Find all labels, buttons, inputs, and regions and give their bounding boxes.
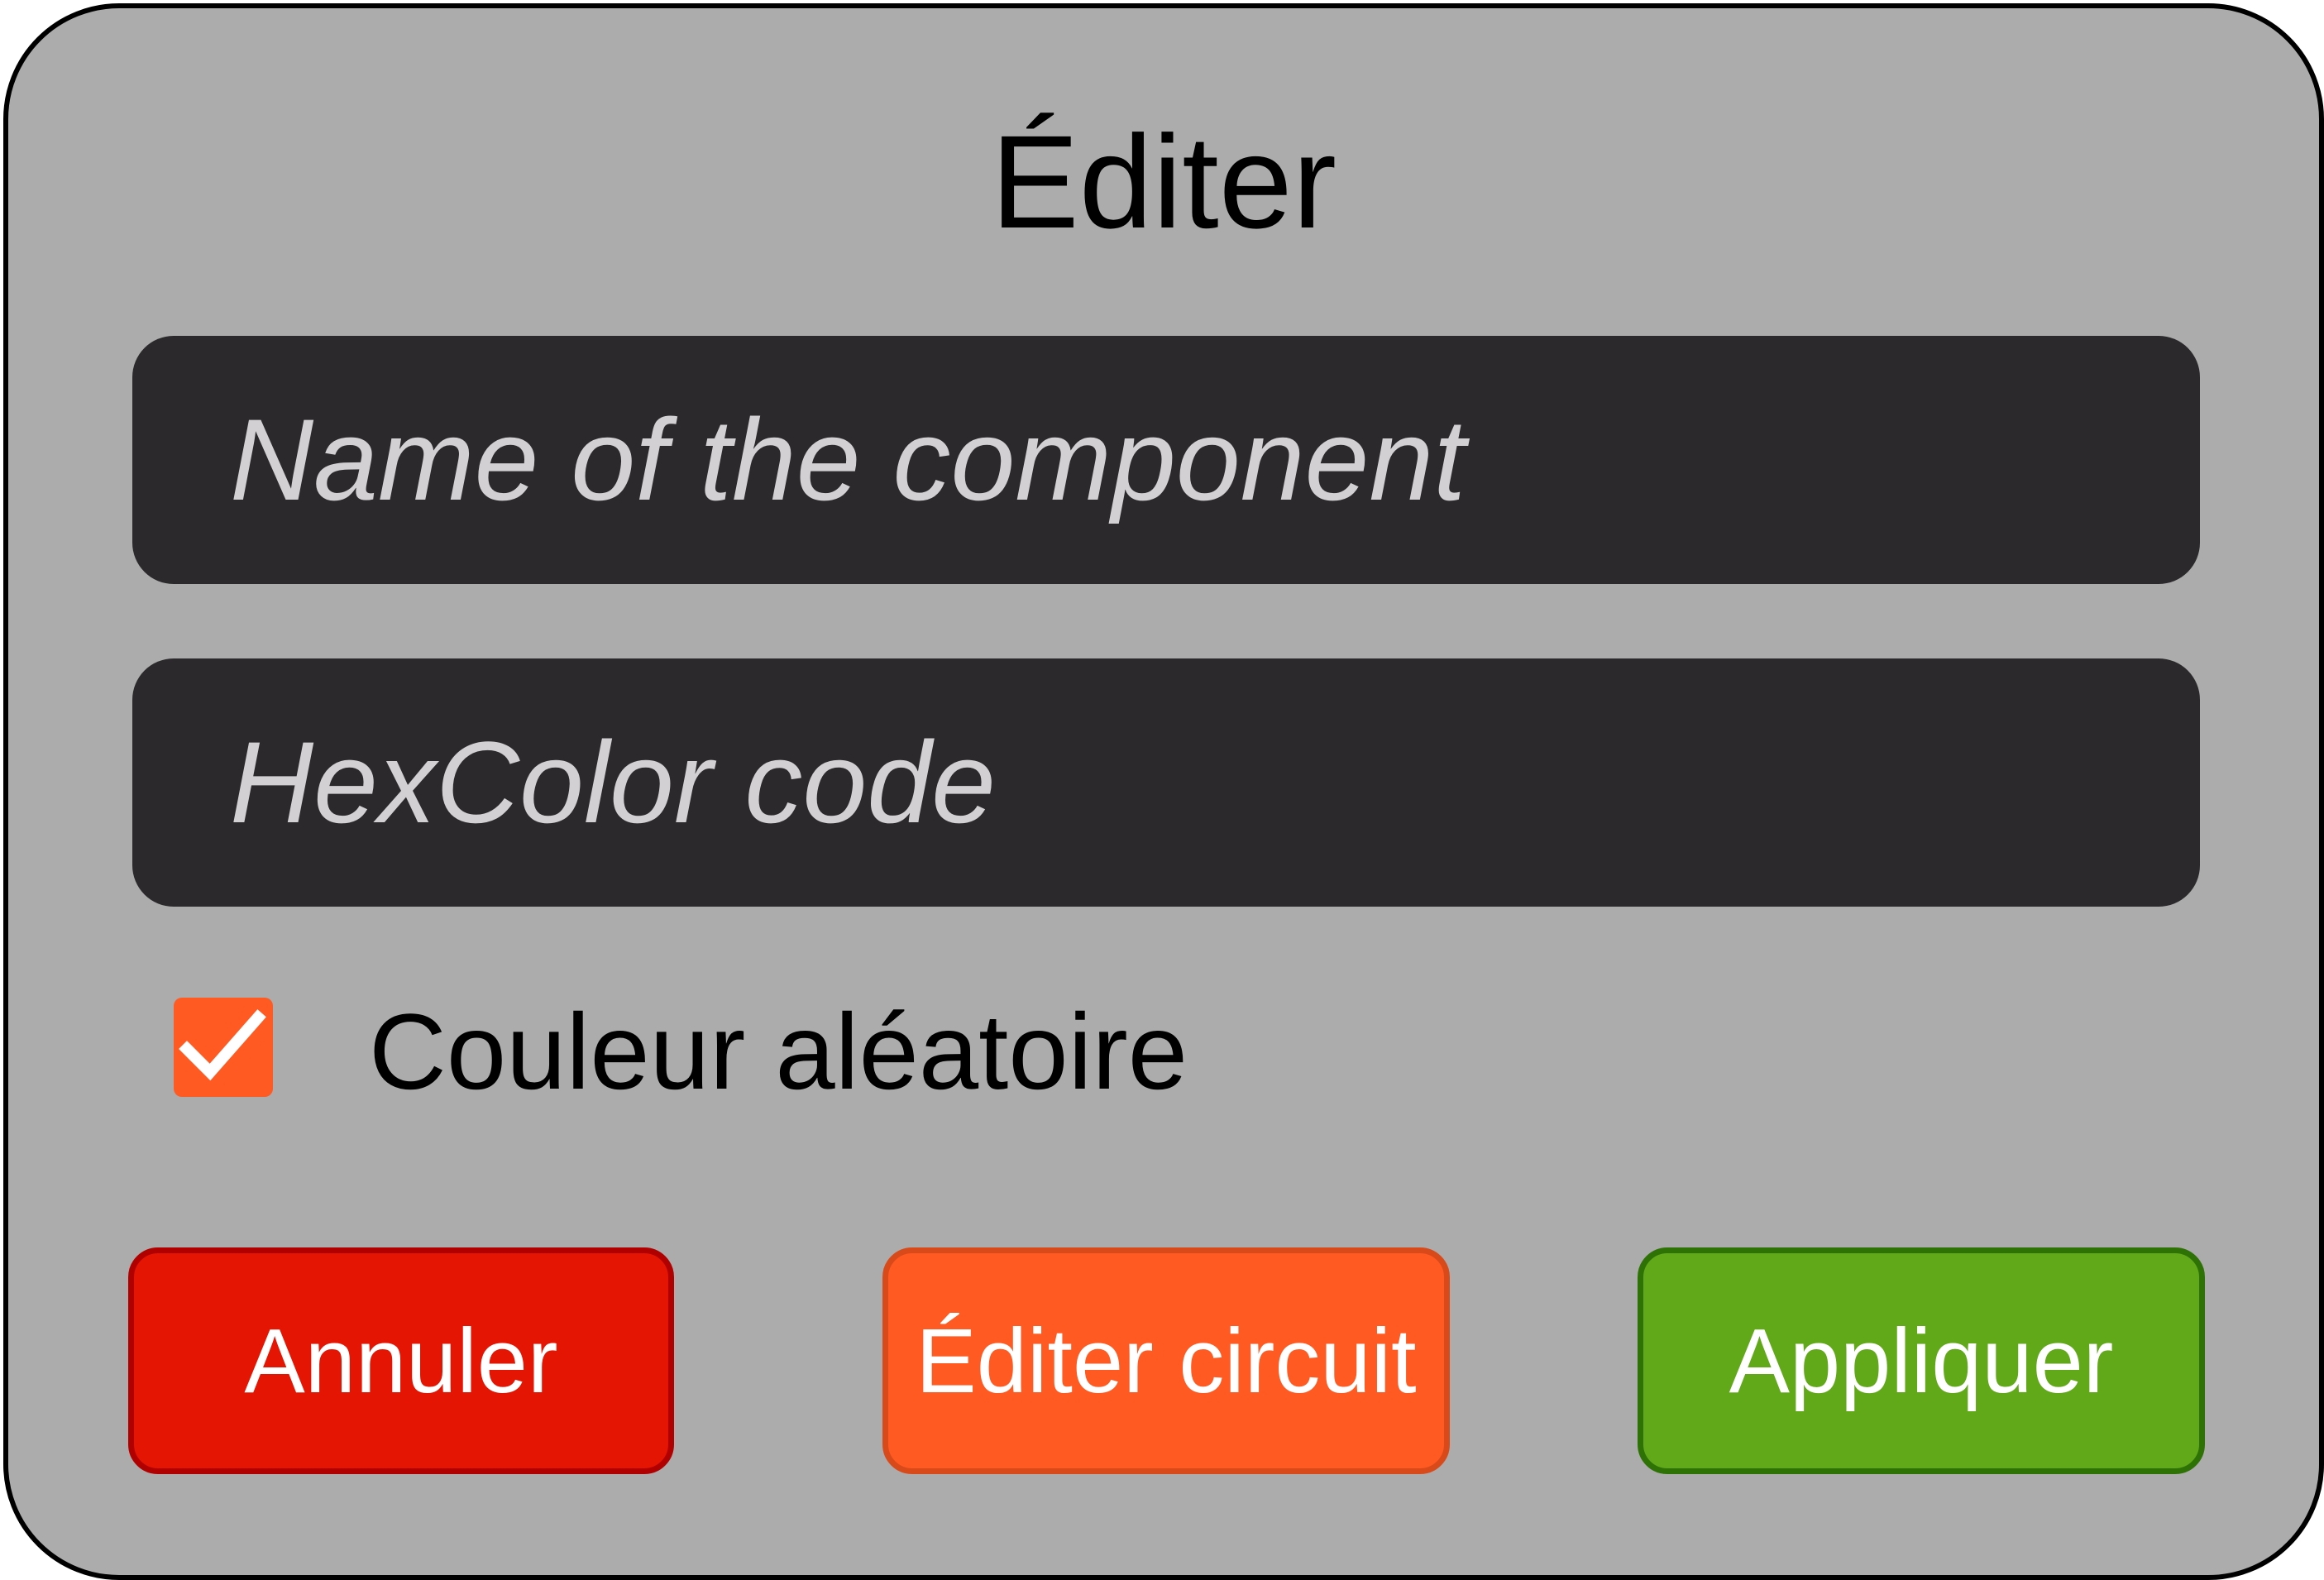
component-name-placeholder: Name of the component: [230, 395, 1466, 524]
edit-circuit-button[interactable]: Éditer circuit: [882, 1247, 1450, 1474]
dialog-title: Éditer: [991, 108, 1337, 256]
component-name-input[interactable]: Name of the component: [132, 336, 2200, 584]
hex-color-input[interactable]: HexColor code: [132, 658, 2200, 907]
random-color-label: Couleur aléatoire: [369, 991, 1188, 1112]
hex-color-placeholder: HexColor code: [230, 717, 996, 847]
edit-dialog: Éditer Name of the component HexColor co…: [3, 3, 2324, 1580]
random-color-checkbox[interactable]: [174, 998, 273, 1097]
apply-button[interactable]: Appliquer: [1638, 1247, 2205, 1474]
cancel-button[interactable]: Annuler: [128, 1247, 674, 1474]
check-icon: [179, 1009, 266, 1081]
